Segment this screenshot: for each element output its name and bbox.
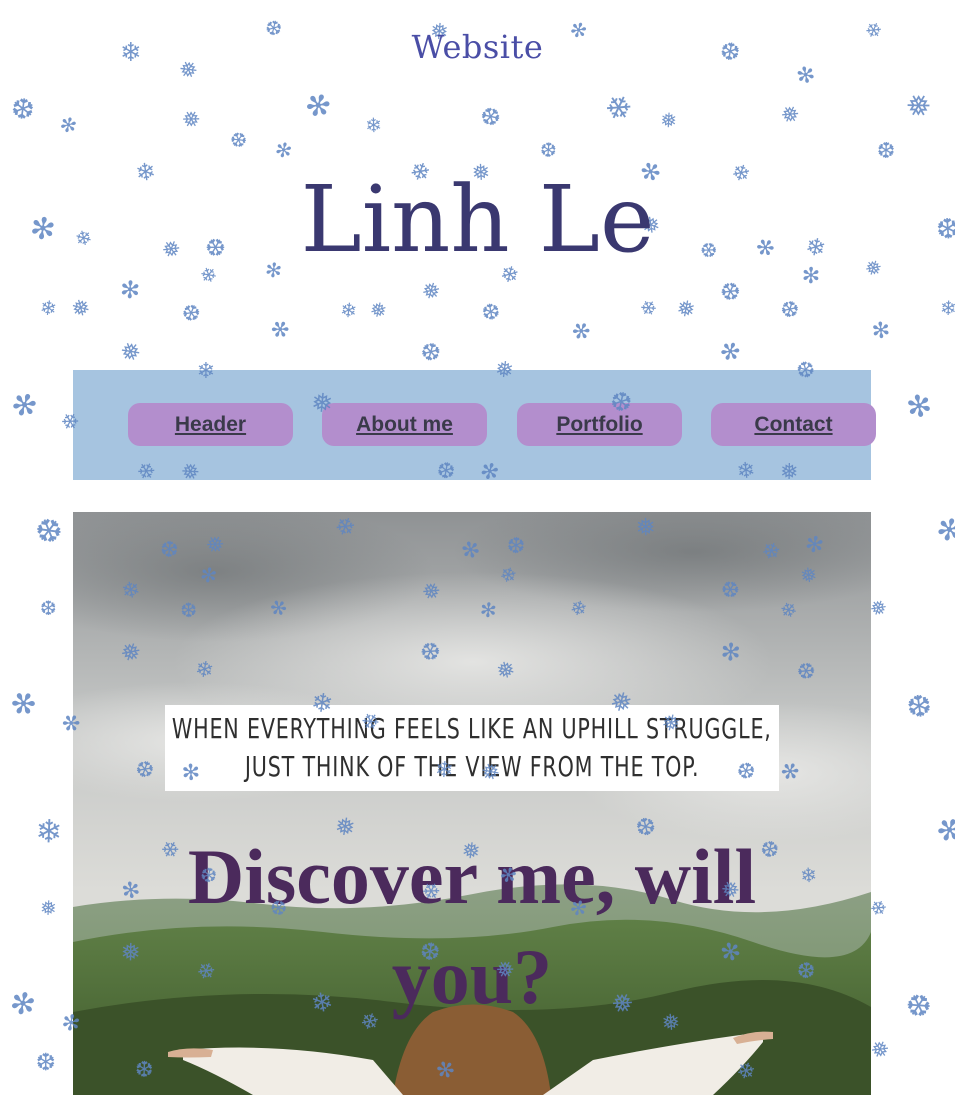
snowflake-icon: ✻: [3, 389, 43, 421]
snowflake-icon: ❄: [598, 85, 639, 131]
snowflake-icon: ❆: [897, 985, 939, 1029]
snowflake-icon: ✻: [789, 60, 821, 91]
hero-heading-line: you?: [391, 933, 553, 1020]
nav-bar: Header About me Portfolio Contact: [73, 370, 876, 480]
hero-section: WHEN EVERYTHING FEELS LIKE AN UPHILL STR…: [73, 512, 871, 1095]
quote-box: WHEN EVERYTHING FEELS LIKE AN UPHILL STR…: [165, 705, 779, 791]
snowflake-icon: ❄: [25, 810, 72, 852]
snowflake-icon: ✻: [715, 335, 745, 369]
snowflake-icon: ❅: [775, 100, 804, 131]
snowflake-icon: ❆: [176, 302, 204, 324]
snowflake-icon: ❆: [26, 507, 71, 555]
snowflake-icon: ❅: [64, 293, 95, 325]
snowflake-icon: ❅: [39, 895, 58, 921]
snowflake-icon: ❄: [634, 293, 663, 323]
snowflake-icon: ❅: [653, 107, 683, 133]
snowflake-icon: ❆: [27, 1046, 63, 1078]
snowflake-icon: ❄: [939, 295, 955, 321]
snowflake-icon: ❅: [898, 85, 938, 129]
snowflake-icon: ❅: [177, 109, 203, 129]
snowflake-icon: ✻: [929, 815, 955, 845]
snowflake-icon: ❅: [367, 296, 390, 324]
snowflake-icon: ✻: [566, 321, 593, 341]
snowflake-icon: ✻: [6, 984, 39, 1025]
snowflake-icon: ❆: [715, 275, 745, 309]
snowflake-icon: ❆: [896, 686, 940, 728]
snowflake-icon: ✻: [119, 275, 141, 305]
quote-line: JUST THINK OF THE VIEW FROM THE TOP.: [244, 750, 700, 783]
nav-item-portfolio[interactable]: Portfolio: [517, 403, 682, 446]
snowflake-icon: ❄: [334, 297, 363, 323]
snowflake-icon: ✻: [269, 138, 298, 162]
snowflake-icon: ❅: [415, 279, 444, 303]
snowflake-icon: ❆: [40, 596, 57, 620]
nav-item-contact[interactable]: Contact: [711, 403, 876, 446]
snowflake-icon: ❆: [869, 136, 901, 165]
snowflake-icon: ❆: [2, 91, 42, 126]
page-title: Linh Le: [300, 166, 655, 273]
snowflake-icon: ❆: [776, 295, 803, 326]
snowflake-icon: ✻: [927, 513, 955, 547]
snowflake-icon: ✻: [896, 385, 940, 428]
snowflake-icon: ❆: [539, 137, 558, 163]
snowflake-icon: ❆: [224, 125, 253, 155]
snowflake-icon: ✻: [864, 315, 896, 346]
snowflake-icon: ❅: [669, 296, 700, 322]
hero-heading: Discover me, will you?: [73, 827, 871, 1027]
snowflake-icon: ✻: [57, 111, 80, 139]
snowflake-icon: ❄: [358, 111, 389, 139]
snowflake-icon: ✻: [299, 85, 336, 128]
quote-line: WHEN EVERYTHING FEELS LIKE AN UPHILL STR…: [172, 712, 772, 745]
nav-item-header[interactable]: Header: [128, 403, 293, 446]
snowflake-icon: ❄: [38, 294, 59, 322]
snowflake-icon: ❆: [414, 338, 447, 366]
snowflake-icon: ❆: [473, 99, 507, 135]
snowflake-icon: ✻: [3, 683, 43, 727]
snowflake-icon: ✻: [265, 315, 294, 346]
site-label: Website: [411, 28, 544, 66]
snowflake-icon: ❅: [113, 334, 147, 370]
snowflake-icon: ❆: [474, 297, 506, 328]
nav-item-about-me[interactable]: About me: [322, 403, 487, 446]
hero-heading-line: Discover me, will: [187, 833, 757, 920]
